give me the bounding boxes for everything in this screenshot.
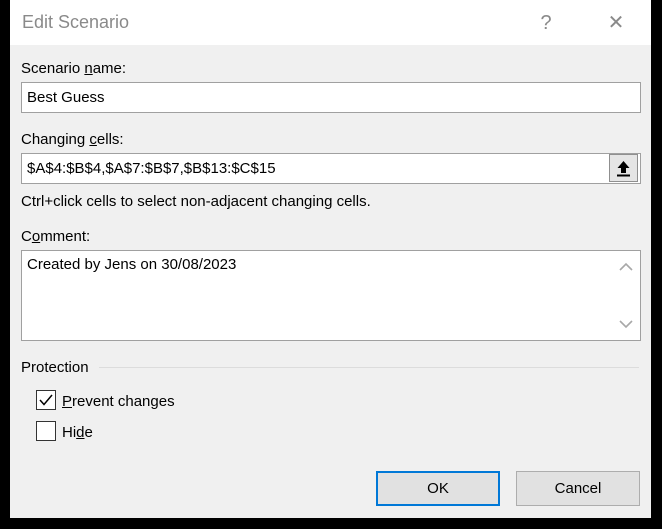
accelerator-key: c xyxy=(89,131,97,148)
changing-cells-label: Changing cells: xyxy=(21,131,124,148)
label-text: ame: xyxy=(92,60,127,77)
accelerator-key: o xyxy=(31,228,41,245)
protection-divider xyxy=(99,367,639,368)
label-text: mment: xyxy=(40,228,91,245)
changing-cells-hint: Ctrl+click cells to select non-adjacent … xyxy=(21,193,371,210)
label-text: C xyxy=(21,228,32,245)
checkmark-icon xyxy=(39,394,53,406)
scroll-down-icon[interactable] xyxy=(619,320,633,329)
label-text: revent changes xyxy=(72,393,175,410)
label-text: e xyxy=(84,424,93,441)
protection-heading: Protection xyxy=(21,359,89,376)
hide-checkbox[interactable] xyxy=(36,421,56,441)
comment-textarea[interactable]: Created by Jens on 30/08/2023 xyxy=(21,250,641,341)
scenario-name-input[interactable]: Best Guess xyxy=(21,82,641,113)
label-text: Scenario xyxy=(21,60,85,77)
collapse-dialog-button[interactable] xyxy=(609,154,638,182)
comment-value: Created by Jens on 30/08/2023 xyxy=(27,256,237,273)
close-icon: ✕ xyxy=(607,12,625,34)
label-text: ells: xyxy=(96,131,124,148)
prevent-changes-label[interactable]: Prevent changes xyxy=(62,393,175,410)
scenario-name-label: Scenario name: xyxy=(21,60,126,77)
ok-button[interactable]: OK xyxy=(376,471,500,506)
comment-label: Comment: xyxy=(21,228,90,245)
scroll-up-icon[interactable] xyxy=(619,262,633,271)
label-text: Changing xyxy=(21,131,90,148)
scroll-arrows xyxy=(619,262,633,329)
hide-label[interactable]: Hide xyxy=(62,424,93,441)
accelerator-key: n xyxy=(84,60,93,77)
collapse-dialog-icon xyxy=(617,161,630,177)
changing-cells-value: $A$4:$B$4,$A$7:$B$7,$B$13:$C$15 xyxy=(27,160,276,177)
help-icon: ? xyxy=(540,12,552,34)
edit-scenario-dialog: Edit Scenario ? ✕ Scenario name: Best Gu… xyxy=(10,0,651,518)
title-bar: Edit Scenario ? ✕ xyxy=(10,0,651,45)
help-button[interactable]: ? xyxy=(523,5,569,41)
scenario-name-value: Best Guess xyxy=(27,89,105,106)
dialog-title: Edit Scenario xyxy=(22,12,130,32)
label-text: Hi xyxy=(62,424,77,441)
comment-scrollbar[interactable] xyxy=(614,252,638,339)
accelerator-key: P xyxy=(62,393,73,410)
accelerator-key: d xyxy=(76,424,85,441)
changing-cells-input[interactable]: $A$4:$B$4,$A$7:$B$7,$B$13:$C$15 xyxy=(21,153,641,184)
cancel-button[interactable]: Cancel xyxy=(516,471,640,506)
close-button[interactable]: ✕ xyxy=(593,5,639,41)
prevent-changes-checkbox[interactable] xyxy=(36,390,56,410)
